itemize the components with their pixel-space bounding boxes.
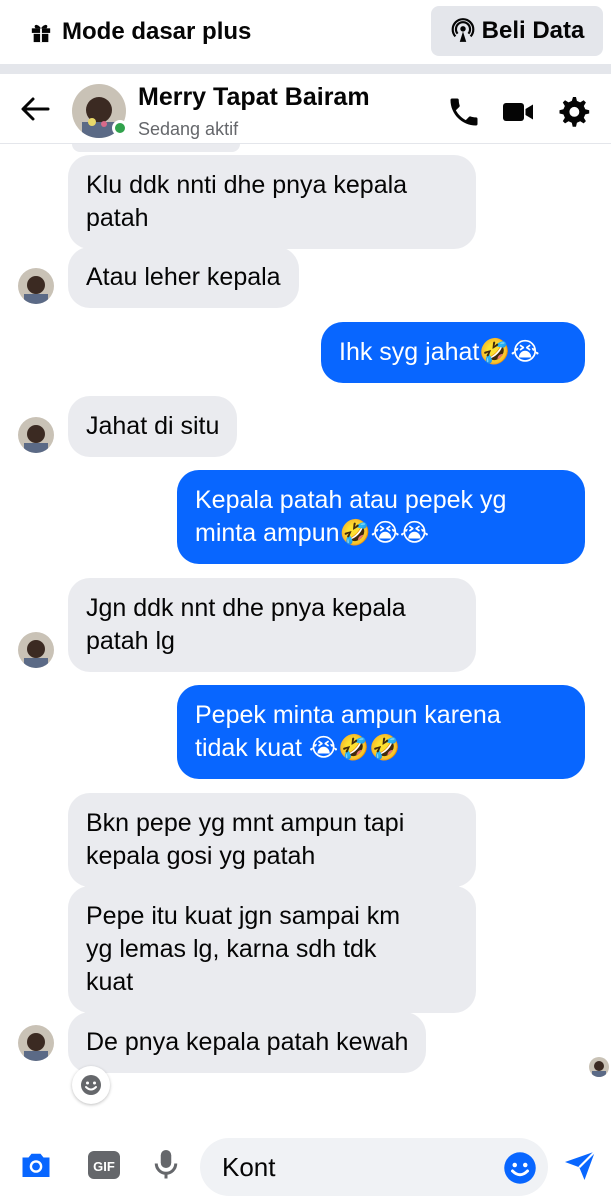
video-icon[interactable] <box>500 94 536 130</box>
message-input[interactable]: Kont <box>200 1138 548 1196</box>
beli-data-button[interactable]: Beli Data <box>431 6 603 56</box>
message-incoming[interactable]: De pnya kepala patah kewah <box>68 1012 427 1073</box>
sender-avatar[interactable] <box>18 268 54 304</box>
message-incoming[interactable]: Jgn ddk nnt dhe pnya kepala patah lg <box>68 578 476 672</box>
contact-status: Sedang aktif <box>138 119 239 139</box>
broadcast-icon <box>451 18 475 42</box>
message-outgoing[interactable]: Kepala patah atau pepek yg minta ampun🤣😭… <box>177 470 585 564</box>
message-incoming[interactable]: Bkn pepe yg mnt ampun tapi kepala gosi y… <box>68 793 476 887</box>
message-bubble-partial <box>72 144 240 152</box>
banner-title: Mode dasar plus <box>62 18 252 45</box>
message-outgoing[interactable]: Ihk syg jahat🤣😭 <box>321 322 585 383</box>
contact-name[interactable]: Merry Tapat Bairam <box>138 83 370 112</box>
message-composer: GIF Kont <box>0 1130 611 1200</box>
message-outgoing[interactable]: Pepek minta ampun karena tidak kuat 😭🤣🤣 <box>177 685 585 779</box>
microphone-icon[interactable] <box>148 1147 184 1183</box>
message-incoming[interactable]: Atau leher kepala <box>68 247 299 308</box>
back-arrow-icon[interactable] <box>18 92 52 126</box>
online-indicator <box>112 120 128 136</box>
message-incoming[interactable]: Jahat di situ <box>68 396 238 457</box>
sender-avatar[interactable] <box>18 417 54 453</box>
message-incoming[interactable]: Klu ddk nnti dhe pnya kepala patah <box>68 155 476 249</box>
message-incoming[interactable]: Pepe itu kuat jgn sampai km yg lemas lg,… <box>68 886 476 1013</box>
phone-icon[interactable] <box>446 94 482 130</box>
smiley-icon <box>81 1075 101 1095</box>
sender-avatar[interactable] <box>18 632 54 668</box>
gift-icon <box>31 24 51 43</box>
chat-header: Merry Tapat Bairam Sedang aktif <box>0 74 611 144</box>
message-input-text: Kont <box>222 1152 276 1182</box>
data-mode-banner: Mode dasar plus Beli Data <box>0 0 611 64</box>
send-icon[interactable] <box>562 1147 598 1183</box>
gif-icon[interactable]: GIF <box>86 1147 122 1183</box>
camera-icon[interactable] <box>18 1147 54 1183</box>
react-emoji-button[interactable] <box>72 1066 110 1104</box>
beli-data-label: Beli Data <box>481 17 585 44</box>
svg-text:GIF: GIF <box>93 1159 115 1174</box>
seen-avatar <box>589 1057 609 1077</box>
banner-mode: Mode dasar plus <box>30 14 251 50</box>
divider <box>0 64 611 74</box>
smiley-icon[interactable] <box>502 1150 538 1186</box>
sender-avatar[interactable] <box>18 1025 54 1061</box>
gear-icon[interactable] <box>555 94 591 130</box>
